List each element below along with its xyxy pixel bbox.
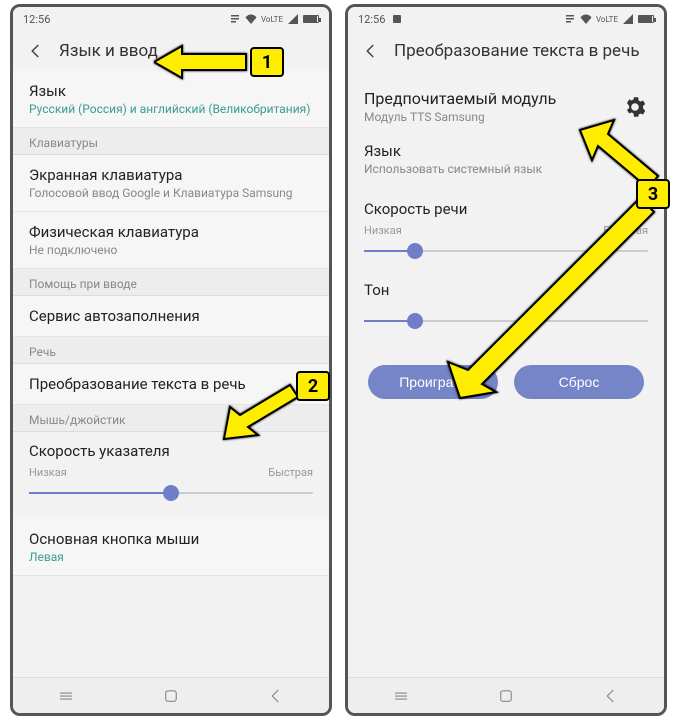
item-autofill[interactable]: Сервис автозаполнения bbox=[13, 296, 329, 337]
status-time: 12:56 bbox=[358, 13, 385, 26]
nav-back-icon[interactable] bbox=[267, 687, 285, 705]
section-keyboards: Клавиатуры bbox=[13, 128, 329, 155]
back-icon[interactable] bbox=[27, 42, 45, 60]
button-label: Сброс bbox=[559, 374, 600, 390]
section-input-assist: Помощь при вводе bbox=[13, 269, 329, 296]
item-primary-mouse-button[interactable]: Основная кнопка мыши Левая bbox=[13, 519, 329, 576]
item-pitch: Тон bbox=[348, 277, 664, 347]
item-title: Язык bbox=[364, 142, 648, 160]
nav-bar bbox=[13, 677, 329, 713]
pointer-speed-slider[interactable] bbox=[29, 481, 313, 505]
pitch-slider[interactable] bbox=[364, 309, 648, 333]
item-preferred-engine[interactable]: Предпочитаемый модуль Модуль TTS Samsung bbox=[348, 75, 664, 132]
status-bar: 12:56 VoLTE bbox=[348, 7, 664, 31]
item-title: Предпочитаемый модуль bbox=[364, 89, 556, 108]
annotation-badge-2: 2 bbox=[296, 371, 330, 401]
item-subtitle: Использовать системный язык bbox=[364, 162, 648, 176]
item-title: Физическая клавиатура bbox=[29, 223, 313, 241]
item-subtitle: Русский (Россия) и английский (Великобри… bbox=[29, 102, 313, 116]
nav-recents-icon[interactable] bbox=[57, 687, 75, 705]
item-subtitle: Голосовой ввод Google и Клавиатура Samsu… bbox=[29, 186, 313, 200]
status-bar: 12:56 VoLTE bbox=[13, 7, 329, 31]
back-icon[interactable] bbox=[362, 42, 380, 60]
item-physical-keyboard[interactable]: Физическая клавиатура Не подключено bbox=[13, 212, 329, 269]
slider-high-label: Быстрая bbox=[268, 466, 313, 479]
nav-recents-icon[interactable] bbox=[392, 687, 410, 705]
item-title: Преобразование текста в речь bbox=[29, 375, 313, 393]
phone-screen-right: 12:56 VoLTE Преобразование текста в речь… bbox=[345, 4, 667, 716]
item-subtitle: Не подключено bbox=[29, 243, 313, 257]
button-label: Проиграть bbox=[399, 374, 467, 390]
nav-back-icon[interactable] bbox=[602, 687, 620, 705]
item-language[interactable]: Язык Русский (Россия) и английский (Вели… bbox=[13, 71, 329, 128]
status-icons: VoLTE bbox=[229, 13, 319, 25]
item-subtitle: Левая bbox=[29, 550, 313, 564]
reset-button[interactable]: Сброс bbox=[514, 365, 644, 399]
annotation-badge-3: 3 bbox=[636, 179, 670, 209]
nav-bar bbox=[348, 677, 664, 713]
slider-low-label: Низкая bbox=[29, 466, 67, 479]
play-button[interactable]: Проиграть bbox=[368, 365, 498, 399]
phone-screen-left: 12:56 VoLTE Язык и ввод Язык Русский (Ро… bbox=[10, 4, 332, 716]
item-tts-language[interactable]: Язык Использовать системный язык bbox=[348, 132, 664, 190]
item-title: Язык bbox=[29, 82, 313, 100]
slider-title: Скорость речи bbox=[364, 200, 648, 218]
item-pointer-speed: Скорость указателя Низкая Быстрая bbox=[13, 432, 329, 519]
speech-rate-slider[interactable] bbox=[364, 239, 648, 263]
slider-low-label: Низкая bbox=[364, 224, 402, 237]
slider-title: Тон bbox=[364, 281, 648, 299]
annotation-badge-1: 1 bbox=[250, 47, 284, 77]
status-icons: VoLTE bbox=[564, 13, 654, 25]
item-title: Основная кнопка мыши bbox=[29, 530, 313, 548]
section-speech: Речь bbox=[13, 337, 329, 364]
screen-header: Преобразование текста в речь bbox=[348, 31, 664, 71]
item-tts[interactable]: Преобразование текста в речь bbox=[13, 364, 329, 405]
item-subtitle: Модуль TTS Samsung bbox=[364, 110, 556, 124]
nav-home-icon[interactable] bbox=[497, 687, 515, 705]
item-title: Экранная клавиатура bbox=[29, 166, 313, 184]
item-title: Сервис автозаполнения bbox=[29, 307, 313, 325]
section-mouse: Мышь/джойстик bbox=[13, 405, 329, 432]
page-title: Язык и ввод bbox=[59, 41, 158, 61]
page-title: Преобразование текста в речь bbox=[394, 41, 640, 61]
status-time: 12:56 bbox=[23, 13, 50, 26]
item-screen-keyboard[interactable]: Экранная клавиатура Голосовой ввод Googl… bbox=[13, 155, 329, 212]
item-speech-rate: Скорость речи Низкая Быстрая bbox=[348, 190, 664, 277]
nav-home-icon[interactable] bbox=[162, 687, 180, 705]
slider-title: Скорость указателя bbox=[29, 442, 313, 460]
gear-icon[interactable] bbox=[622, 94, 648, 120]
slider-high-label: Быстрая bbox=[603, 224, 648, 237]
